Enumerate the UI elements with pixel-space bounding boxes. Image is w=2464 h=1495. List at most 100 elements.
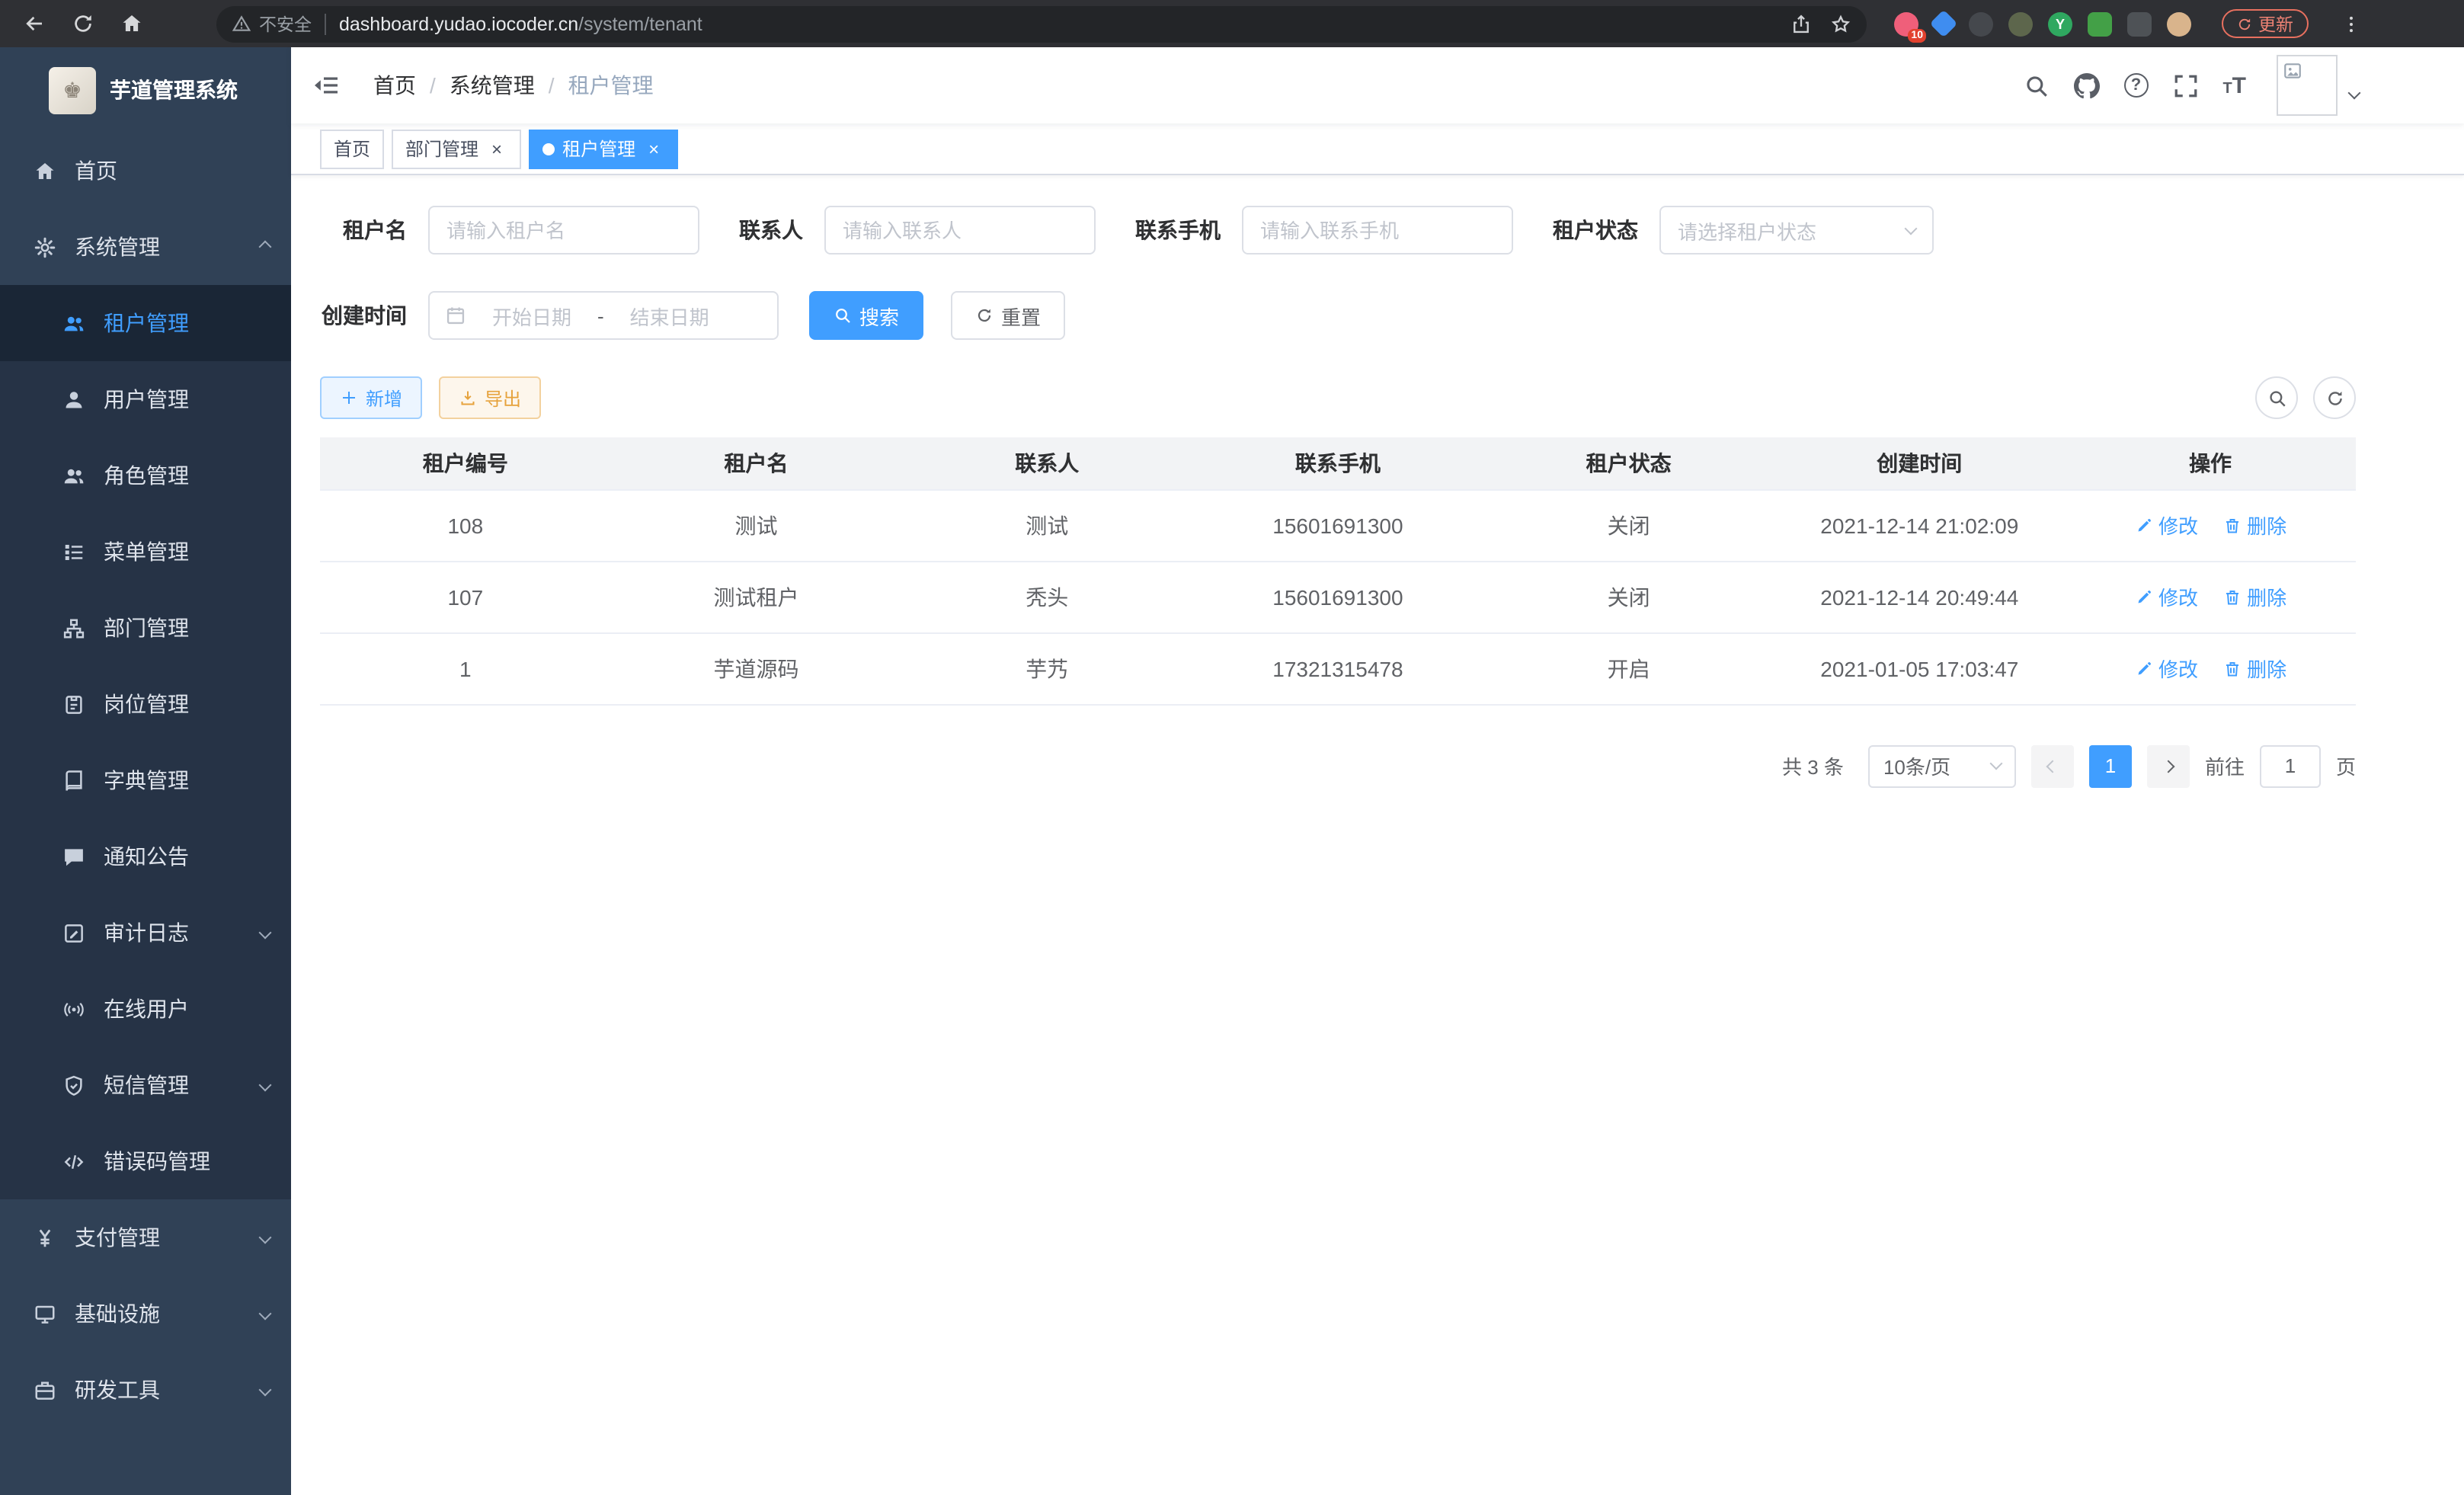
delete-link[interactable]: 删除 [2222, 511, 2286, 539]
page-number-button[interactable]: 1 [2089, 744, 2132, 787]
sidebar-item-notice[interactable]: 通知公告 [0, 818, 291, 895]
reset-button[interactable]: 重置 [951, 291, 1065, 340]
delete-link[interactable]: 删除 [2222, 654, 2286, 683]
close-icon[interactable]: × [486, 138, 507, 159]
search-icon[interactable] [2023, 72, 2049, 98]
gear-icon [34, 235, 56, 258]
sidebar-item-home[interactable]: 首页 [0, 133, 291, 209]
extension-icon[interactable] [1930, 10, 1958, 38]
prev-page-button[interactable] [2031, 744, 2074, 787]
sidebar-item-role-management[interactable]: 角色管理 [0, 437, 291, 514]
chevron-down-icon [259, 927, 272, 940]
url-text[interactable]: dashboard.yudao.iocoder.cn/system/tenant [339, 13, 702, 34]
page-size-select[interactable]: 10条/页 [1868, 744, 2016, 787]
sidebar-item-audit-log[interactable]: 审计日志 [0, 895, 291, 971]
update-label: 更新 [2258, 11, 2293, 36]
breadcrumb-item[interactable]: 系统管理 [450, 70, 535, 101]
column-header: 租户名 [611, 437, 902, 489]
refresh-table-button[interactable] [2313, 376, 2356, 419]
sidebar-item-sms-management[interactable]: 短信管理 [0, 1047, 291, 1123]
logo[interactable]: ♚ 芋道管理系统 [0, 47, 291, 133]
pencil-icon [2134, 659, 2152, 677]
sidebar-item-user-management[interactable]: 用户管理 [0, 361, 291, 437]
share-icon[interactable] [1790, 13, 1812, 34]
delete-link[interactable]: 删除 [2222, 582, 2286, 611]
avatar[interactable] [2277, 55, 2338, 116]
cell-tenant-id: 108 [320, 489, 611, 561]
sidebar-item-label: 用户管理 [104, 384, 189, 415]
date-start-placeholder: 开始日期 [478, 301, 585, 330]
signal-icon [62, 997, 85, 1020]
extension-icon[interactable] [2008, 11, 2033, 36]
extension-icon[interactable]: Y [2048, 11, 2072, 36]
cell-status: 开启 [1483, 632, 1774, 704]
sidebar-item-label: 研发工具 [75, 1375, 160, 1405]
navbar-actions: ? TT [2023, 55, 2359, 116]
edit-link[interactable]: 修改 [2134, 654, 2198, 683]
next-page-button[interactable] [2147, 744, 2190, 787]
extensions-puzzle-icon[interactable] [2127, 11, 2152, 36]
sidebar-item-label: 系统管理 [75, 232, 160, 262]
status-select[interactable]: 请选择租户状态 [1659, 206, 1934, 255]
phone-label: 联系手机 [1135, 215, 1221, 245]
export-button[interactable]: 导出 [439, 376, 541, 419]
cell-status: 关闭 [1483, 489, 1774, 561]
bookmark-star-icon[interactable] [1830, 13, 1851, 34]
github-icon[interactable] [2073, 72, 2099, 98]
font-size-icon[interactable]: TT [2222, 72, 2246, 98]
address-bar[interactable]: 不安全 dashboard.yudao.iocoder.cn/system/te… [216, 5, 1867, 42]
browser-back-button[interactable] [15, 5, 52, 42]
sidebar-item-label: 通知公告 [104, 841, 189, 872]
breadcrumb-item[interactable]: 首页 [373, 70, 416, 101]
profile-avatar-icon[interactable] [2167, 11, 2191, 36]
extension-icon[interactable] [1969, 11, 1993, 36]
user-avatar-menu[interactable] [2277, 55, 2359, 116]
sidebar-item-online-users[interactable]: 在线用户 [0, 971, 291, 1047]
toggle-search-button[interactable] [2255, 376, 2298, 419]
sidebar-item-dept-management[interactable]: 部门管理 [0, 590, 291, 666]
browser-update-button[interactable]: 更新 [2222, 9, 2309, 38]
tab-dept-management[interactable]: 部门管理 × [392, 129, 521, 168]
sidebar-item-payment[interactable]: 支付管理 [0, 1199, 291, 1276]
search-button[interactable]: 搜索 [809, 291, 923, 340]
sidebar-item-system-management[interactable]: 系统管理 [0, 209, 291, 285]
browser-home-button[interactable] [113, 5, 149, 42]
contact-input[interactable] [824, 206, 1096, 255]
menu-list-icon [62, 540, 85, 563]
sidebar-item-post-management[interactable]: 岗位管理 [0, 666, 291, 742]
add-button[interactable]: 新增 [320, 376, 422, 419]
fullscreen-icon[interactable] [2172, 72, 2198, 98]
sidebar-fold-icon[interactable] [312, 72, 340, 99]
sidebar-item-label: 首页 [75, 155, 117, 186]
not-secure-label[interactable]: 不安全 [259, 11, 312, 36]
tab-tenant-management[interactable]: 租户管理 × [529, 129, 678, 168]
sidebar-item-label: 部门管理 [104, 613, 189, 643]
goto-page-input[interactable] [2260, 744, 2321, 787]
help-icon[interactable]: ? [2123, 73, 2148, 98]
tab-home[interactable]: 首页 [320, 129, 384, 168]
phone-input[interactable] [1242, 206, 1513, 255]
extension-icon[interactable]: 10 [1894, 11, 1918, 36]
cell-operations: 修改删除 [2065, 561, 2356, 632]
cell-tenant-name: 测试租户 [611, 561, 902, 632]
sidebar-item-menu-management[interactable]: 菜单管理 [0, 514, 291, 590]
sidebar-item-infrastructure[interactable]: 基础设施 [0, 1276, 291, 1352]
edit-link[interactable]: 修改 [2134, 511, 2198, 539]
extension-icon[interactable] [2088, 11, 2112, 36]
close-icon[interactable]: × [643, 138, 664, 159]
user-icon [62, 388, 85, 411]
sidebar-item-tenant-management[interactable]: 租户管理 [0, 285, 291, 361]
browser-reload-button[interactable] [64, 5, 101, 42]
edit-link[interactable]: 修改 [2134, 582, 2198, 611]
create-time-range-picker[interactable]: 开始日期 - 结束日期 [428, 291, 779, 340]
sidebar-item-error-code[interactable]: 错误码管理 [0, 1123, 291, 1199]
address-bar-divider [324, 13, 325, 34]
sidebar-item-dev-tools[interactable]: 研发工具 [0, 1352, 291, 1428]
sidebar-item-dict-management[interactable]: 字典管理 [0, 742, 291, 818]
extension-badge: 10 [1908, 28, 1926, 42]
tenant-name-input[interactable] [428, 206, 699, 255]
cell-contact: 秃头 [901, 561, 1192, 632]
tags-view-bar: 首页 部门管理 × 租户管理 × [291, 123, 2464, 175]
not-secure-warning-icon[interactable] [232, 14, 251, 34]
browser-menu-kebab-icon[interactable] [2333, 5, 2370, 42]
